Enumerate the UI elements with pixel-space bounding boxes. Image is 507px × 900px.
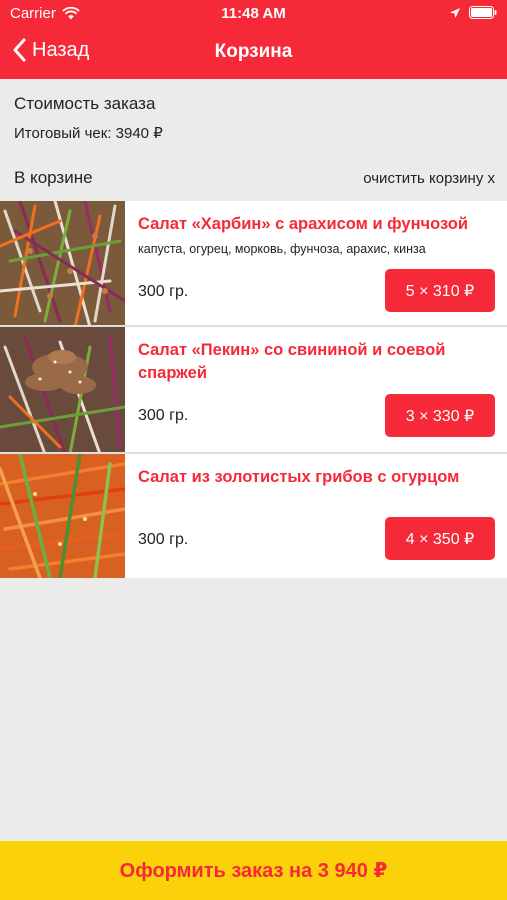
item-description: капуста, огурец, морковь, фунчоза, арахи… bbox=[138, 242, 426, 256]
summary-total: Итоговый чек: 3940 ₽ bbox=[14, 125, 163, 142]
item-name: Салат «Пекин» со свининой и соевой спарж… bbox=[138, 341, 446, 382]
item-weight: 300 гр. bbox=[138, 407, 189, 424]
cart-item[interactable]: Салат «Харбин» с арахисом и фунчозой кап… bbox=[0, 201, 507, 327]
item-quantity-price-button[interactable]: 3 × 330 ₽ bbox=[385, 394, 495, 437]
item-name: Салат «Харбин» с арахисом и фунчозой bbox=[138, 215, 468, 233]
item-quantity-price-button[interactable]: 5 × 310 ₽ bbox=[385, 269, 495, 312]
cart-title: В корзине bbox=[14, 168, 93, 187]
cart-header: В корзине очистить корзину x bbox=[14, 168, 495, 190]
cart-item[interactable]: Салат «Пекин» со свининой и соевой спарж… bbox=[0, 327, 507, 454]
navigation-bar: Назад Корзина bbox=[0, 28, 507, 79]
salad-pekin-image bbox=[0, 327, 125, 452]
status-time: 11:48 AM bbox=[221, 5, 286, 22]
location-arrow-icon bbox=[450, 7, 460, 18]
item-weight: 300 гр. bbox=[138, 531, 189, 548]
item-quantity-price-button[interactable]: 4 × 350 ₽ bbox=[385, 517, 495, 560]
order-summary: Стоимость заказа Итоговый чек: 3940 ₽ bbox=[14, 94, 163, 142]
status-bar: Carrier 11:48 AM bbox=[0, 0, 507, 28]
clear-cart-button[interactable]: очистить корзину x bbox=[363, 170, 495, 187]
summary-title: Стоимость заказа bbox=[14, 94, 156, 113]
item-weight: 300 гр. bbox=[138, 283, 189, 300]
checkout-button[interactable]: Оформить заказ на 3 940 ₽ bbox=[0, 841, 507, 900]
battery-icon bbox=[469, 6, 497, 19]
item-name: Салат из золотистых грибов с огурцом bbox=[138, 468, 460, 486]
cart-items-list: Салат «Харбин» с арахисом и фунчозой кап… bbox=[0, 201, 507, 578]
page-title: Корзина bbox=[214, 41, 293, 62]
salad-harbin-image bbox=[0, 201, 125, 325]
salad-mushroom-cucumber-image bbox=[0, 454, 125, 578]
cart-item[interactable]: Салат из золотистых грибов с огурцом 300… bbox=[0, 454, 507, 578]
